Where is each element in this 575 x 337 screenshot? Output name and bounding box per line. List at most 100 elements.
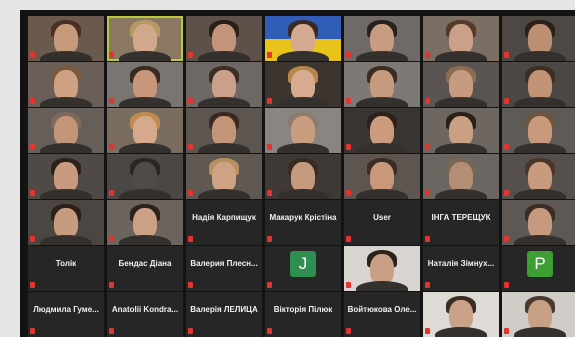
tile-caption [188, 189, 260, 197]
participant-video [528, 162, 552, 192]
participant-tile[interactable] [502, 16, 575, 61]
tile-caption [30, 189, 102, 197]
tile-caption [30, 327, 102, 335]
participant-tile[interactable]: User [344, 200, 420, 245]
tile-caption [30, 281, 102, 289]
muted-mic-icon [267, 236, 272, 242]
participant-tile[interactable]: Валерия Плесн... [186, 246, 262, 291]
tile-caption [425, 97, 497, 105]
participant-tile[interactable] [502, 200, 575, 245]
participant-tile[interactable] [265, 108, 341, 153]
participant-tile[interactable] [265, 16, 341, 61]
tile-caption [188, 235, 260, 243]
muted-mic-icon [188, 98, 193, 104]
participant-tile[interactable]: Людмила Гуме... [28, 292, 104, 337]
tile-caption [30, 143, 102, 151]
participant-tile[interactable] [344, 246, 420, 291]
muted-mic-icon [346, 328, 351, 334]
participant-tile[interactable]: Толік [28, 246, 104, 291]
muted-mic-icon [188, 52, 193, 58]
muted-mic-icon [30, 144, 35, 150]
participant-tile[interactable]: Макарук Крістіна [265, 200, 341, 245]
participant-tile[interactable] [107, 154, 183, 199]
participant-tile[interactable] [344, 16, 420, 61]
participant-tile[interactable] [28, 154, 104, 199]
participant-tile[interactable] [107, 62, 183, 107]
tile-caption [504, 189, 575, 197]
participant-video [133, 116, 157, 146]
muted-mic-icon [30, 236, 35, 242]
participant-tile[interactable] [107, 16, 183, 61]
participant-tile[interactable] [186, 16, 262, 61]
participant-tile[interactable] [28, 108, 104, 153]
participant-tile[interactable] [344, 62, 420, 107]
muted-mic-icon [30, 98, 35, 104]
participant-tile[interactable]: P [502, 246, 575, 291]
participant-tile[interactable]: Вікторія Пілюк [265, 292, 341, 337]
tile-caption [425, 189, 497, 197]
participant-video [528, 116, 552, 146]
muted-mic-icon [504, 236, 509, 242]
participant-video [54, 24, 78, 54]
participant-name: ІНГА ТЕРЕЩУК [431, 213, 491, 222]
participant-tile[interactable] [344, 154, 420, 199]
participant-tile[interactable] [265, 154, 341, 199]
participant-name: Валерія ЛЕЛИЦА [190, 305, 258, 314]
muted-mic-icon [188, 190, 193, 196]
participant-name: Вікторія Пілюк [273, 305, 333, 314]
participant-tile[interactable] [28, 16, 104, 61]
participant-tile[interactable] [502, 108, 575, 153]
avatar-initial: J [290, 251, 316, 277]
participant-tile[interactable]: Войтюкова Оле... [344, 292, 420, 337]
participant-video [133, 24, 157, 54]
participant-name: Валерия Плесн... [190, 259, 258, 268]
participant-tile[interactable] [28, 200, 104, 245]
participant-video [54, 116, 78, 146]
participant-name: Наталія Зімнух... [427, 259, 495, 268]
participant-video [212, 24, 236, 54]
participant-name: Надія Карпищук [192, 213, 256, 222]
participant-tile[interactable]: Наталія Зімнух... [423, 246, 499, 291]
participant-tile[interactable]: Anatolii Kondra... [107, 292, 183, 337]
muted-mic-icon [267, 98, 272, 104]
participant-tile[interactable] [423, 108, 499, 153]
participant-tile[interactable] [423, 62, 499, 107]
muted-mic-icon [346, 98, 351, 104]
participant-tile[interactable] [265, 62, 341, 107]
participant-tile[interactable]: Бендас Діана [107, 246, 183, 291]
tile-caption [346, 327, 418, 335]
muted-mic-icon [425, 52, 430, 58]
participant-video [528, 70, 552, 100]
participant-tile[interactable] [423, 16, 499, 61]
participant-video [291, 24, 315, 54]
participant-tile[interactable] [423, 292, 499, 337]
participant-tile[interactable] [502, 292, 575, 337]
participant-tile[interactable]: J [265, 246, 341, 291]
participant-tile[interactable] [502, 154, 575, 199]
participant-tile[interactable] [28, 62, 104, 107]
participant-tile[interactable] [344, 108, 420, 153]
muted-mic-icon [30, 190, 35, 196]
participant-tile[interactable] [107, 200, 183, 245]
muted-mic-icon [109, 98, 114, 104]
participant-tile[interactable] [186, 108, 262, 153]
participant-tile[interactable] [186, 154, 262, 199]
participant-video [449, 70, 473, 100]
muted-mic-icon [504, 144, 509, 150]
participant-tile[interactable] [502, 62, 575, 107]
muted-mic-icon [267, 144, 272, 150]
participant-tile[interactable]: Валерія ЛЕЛИЦА [186, 292, 262, 337]
participant-tile[interactable] [186, 62, 262, 107]
participant-video [133, 162, 157, 192]
tile-caption [109, 327, 181, 335]
participant-tile[interactable] [423, 154, 499, 199]
muted-mic-icon [109, 144, 114, 150]
participant-name: Anatolii Kondra... [111, 305, 179, 314]
participant-tile[interactable]: ІНГА ТЕРЕЩУК [423, 200, 499, 245]
tile-caption [109, 281, 181, 289]
participant-tile[interactable]: Надія Карпищук [186, 200, 262, 245]
muted-mic-icon [425, 98, 430, 104]
tile-caption [188, 143, 260, 151]
participant-tile[interactable] [107, 108, 183, 153]
tile-caption [504, 97, 575, 105]
